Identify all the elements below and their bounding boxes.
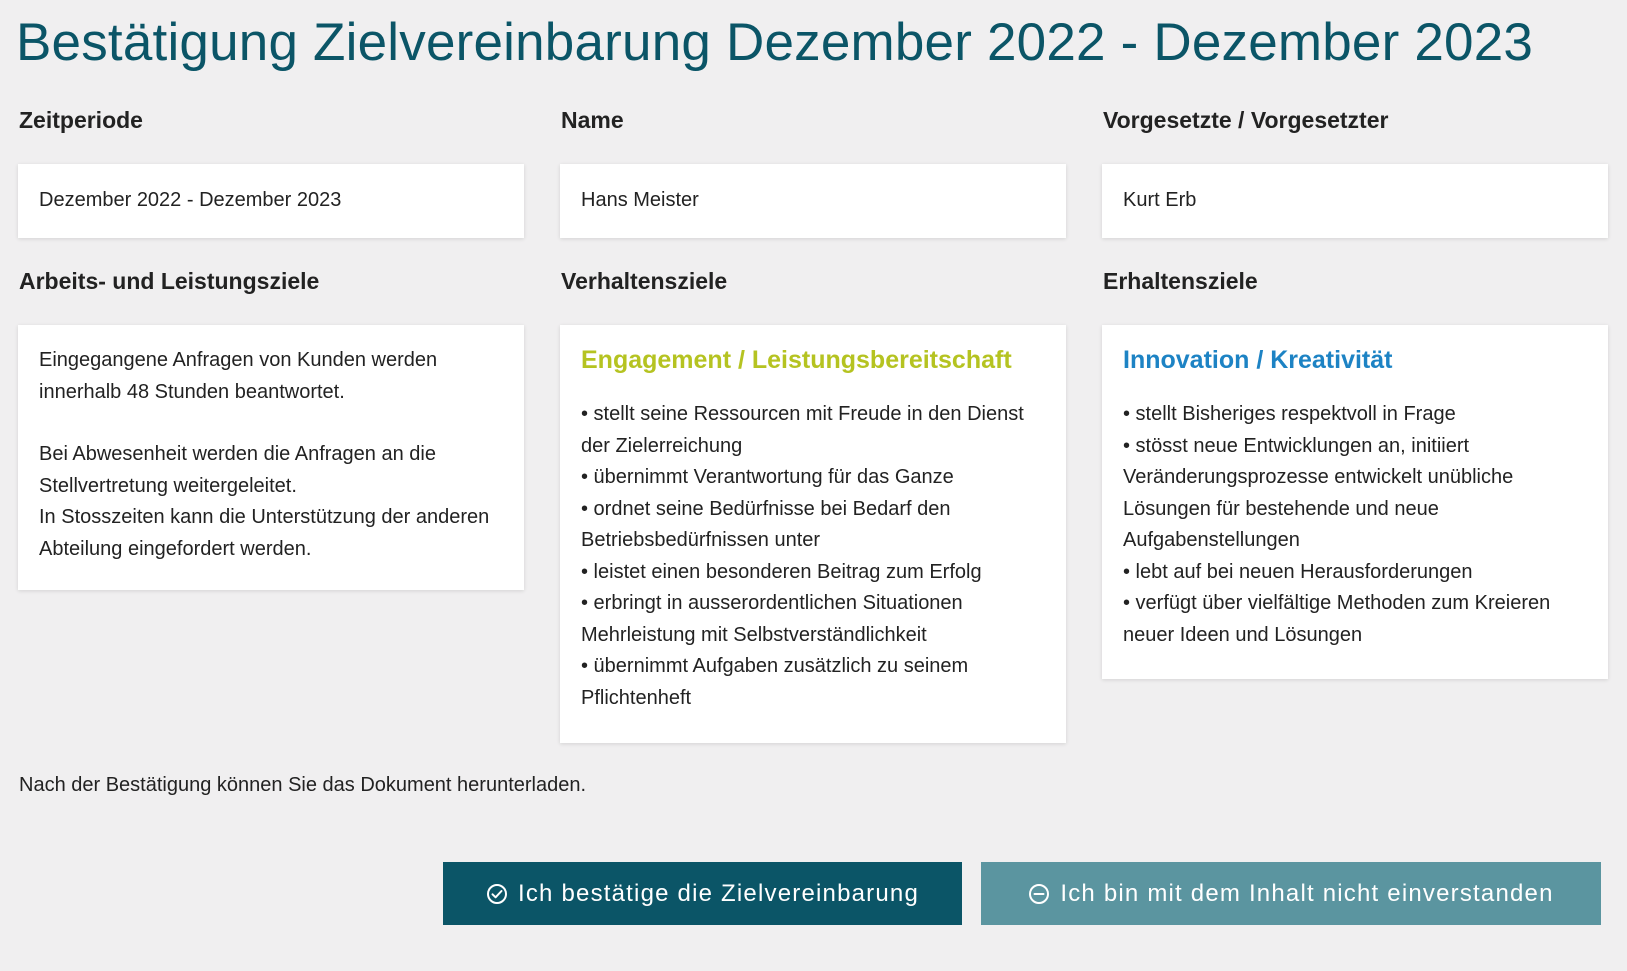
work-goal-text: Bei Abwesenheit werden die Anfragen an d… — [39, 443, 436, 497]
work-goals-label: Arbeits- und Leistungsziele — [19, 268, 320, 294]
minus-circle-icon — [1028, 883, 1050, 905]
list-item: • ordnet seine Bedürfnisse bei Bedarf de… — [581, 497, 951, 552]
list-item: • stösst neue Entwicklungen an, initiier… — [1123, 434, 1514, 552]
name-value: Hans Meister — [581, 189, 699, 212]
work-goals-card: Eingegangene Anfragen von Kunden werden … — [18, 325, 524, 590]
list-item: • lebt auf bei neuen Herausforderungen — [1123, 560, 1473, 583]
list-item: • stellt seine Ressourcen mit Freude in … — [581, 403, 1024, 457]
maintenance-goal-heading: Innovation / Kreativität — [1123, 346, 1393, 374]
behavior-goals-label: Verhaltensziele — [561, 268, 728, 294]
list-item: • übernimmt Verantwortung für das Ganze — [581, 466, 954, 488]
confirm-button[interactable]: Ich bestätige die Zielvereinbarung — [443, 862, 962, 925]
list-item: • leistet einen besonderen Beitrag zum E… — [581, 560, 982, 583]
work-goal-text: Eingegangene Anfragen von Kunden werden … — [39, 349, 438, 403]
list-item: • übernimmt Aufgaben zusätzlich zu seine… — [581, 655, 969, 709]
reject-button-label: Ich bin mit dem Inhalt nicht einverstand… — [1060, 879, 1554, 907]
download-note: Nach der Bestätigung können Sie das Doku… — [19, 774, 587, 796]
name-label: Name — [561, 107, 624, 133]
supervisor-card: Kurt Erb — [1102, 164, 1608, 238]
maintenance-goals-card: Innovation / Kreativität • stellt Bisher… — [1102, 325, 1608, 679]
supervisor-value: Kurt Erb — [1123, 189, 1197, 212]
work-goal-text: In Stosszeiten kann die Unterstützung de… — [39, 506, 490, 560]
list-item: • verfügt über vielfältige Methoden zum … — [1123, 592, 1551, 646]
check-circle-icon — [486, 883, 508, 905]
name-card: Hans Meister — [560, 164, 1066, 238]
period-label: Zeitperiode — [19, 107, 143, 133]
work-goal-paragraph: Bei Abwesenheit werden die Anfragen an d… — [39, 439, 503, 565]
maintenance-goal-list: • stellt Bisheriges respektvoll in Frage… — [1123, 399, 1587, 651]
confirm-button-label: Ich bestätige die Zielvereinbarung — [517, 879, 920, 907]
behavior-goals-card: Engagement / Leistungsbereitschaft • ste… — [560, 325, 1066, 743]
list-item: • erbringt in ausserordentlichen Situati… — [581, 592, 963, 646]
behavior-goal-list: • stellt seine Ressourcen mit Freude in … — [581, 399, 1045, 714]
period-card: Dezember 2022 - Dezember 2023 — [18, 164, 524, 238]
behavior-goal-heading: Engagement / Leistungsbereitschaft — [581, 346, 1012, 374]
maintenance-goals-label: Erhaltensziele — [1103, 268, 1258, 294]
supervisor-label: Vorgesetzte / Vorgesetzter — [1103, 107, 1389, 133]
reject-button[interactable]: Ich bin mit dem Inhalt nicht einverstand… — [981, 862, 1601, 925]
page-title: Bestätigung Zielvereinbarung Dezember 20… — [16, 13, 1534, 72]
work-goal-paragraph: Eingegangene Anfragen von Kunden werden … — [39, 345, 503, 408]
period-value: Dezember 2022 - Dezember 2023 — [39, 189, 342, 212]
list-item: • stellt Bisheriges respektvoll in Frage — [1123, 403, 1456, 425]
